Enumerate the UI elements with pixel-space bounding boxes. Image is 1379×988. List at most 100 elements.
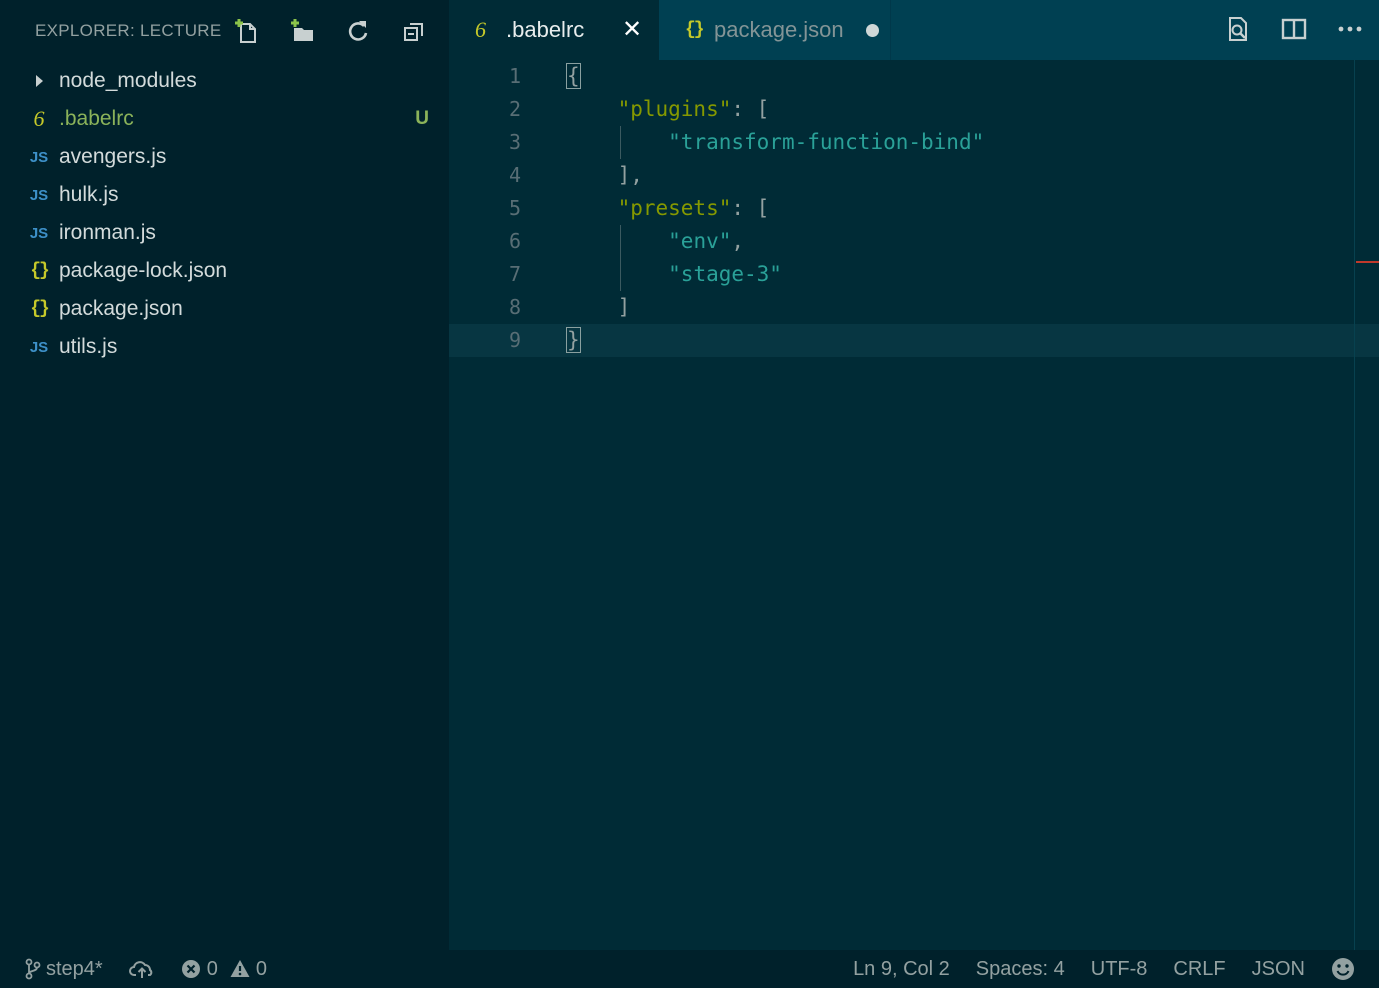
explorer-actions xyxy=(233,18,427,44)
code-line[interactable]: 4 ], xyxy=(449,159,1379,192)
tree-item-node-modules[interactable]: node_modules xyxy=(0,62,449,100)
new-folder-icon[interactable] xyxy=(289,18,315,44)
tree-item-babelrc[interactable]: 6 .babelrc U xyxy=(0,100,449,138)
tree-item-label: ironman.js xyxy=(59,221,156,244)
indent-guide xyxy=(620,225,621,291)
overview-ruler xyxy=(1354,60,1355,950)
code-token: ] xyxy=(567,295,631,319)
end-of-line[interactable]: CRLF xyxy=(1173,958,1225,981)
code-token: "plugins" xyxy=(617,97,732,121)
code-token: "env" xyxy=(668,229,732,253)
code-token: } xyxy=(566,327,581,353)
tree-item-utils-js[interactable]: JS utils.js xyxy=(0,328,449,366)
tab-babelrc[interactable]: 6 .babelrc ✕ xyxy=(449,0,659,60)
line-number: 6 xyxy=(508,229,521,253)
tree-item-label: package-lock.json xyxy=(59,259,228,282)
line-number: 3 xyxy=(508,130,521,154)
babel-file-icon: 6 xyxy=(475,17,486,42)
tree-item-label: .babelrc xyxy=(59,107,134,130)
line-number: 9 xyxy=(508,328,521,352)
editor-actions xyxy=(1223,14,1365,44)
encoding[interactable]: UTF-8 xyxy=(1091,958,1148,981)
file-tree: node_modules 6 .babelrc U JS avengers.js… xyxy=(0,62,449,366)
babel-file-icon: 6 xyxy=(33,106,45,131)
problems-indicator[interactable]: 0 0 xyxy=(181,958,267,981)
collapse-all-icon[interactable] xyxy=(401,18,427,44)
code-text: "presets": [ xyxy=(567,192,770,225)
tree-item-label: utils.js xyxy=(59,335,118,358)
tab-package-json[interactable]: {} package.json xyxy=(659,0,891,60)
code-text: { xyxy=(566,60,581,93)
tree-item-label: node_modules xyxy=(59,69,197,92)
unsaved-dot-icon[interactable] xyxy=(866,24,879,37)
more-actions-icon[interactable] xyxy=(1335,14,1365,44)
code-token: , xyxy=(731,229,745,253)
git-branch[interactable]: step4* xyxy=(24,958,103,981)
code-token: ], xyxy=(567,163,643,187)
code-token: "stage-3" xyxy=(668,262,782,286)
code-token: "transform-function-bind" xyxy=(668,130,985,154)
sync-button[interactable] xyxy=(128,958,155,980)
line-number: 8 xyxy=(508,295,521,319)
json-file-icon: {} xyxy=(685,20,705,40)
code-line[interactable]: 8 ] xyxy=(449,291,1379,324)
js-file-icon: JS xyxy=(29,224,49,242)
tree-item-avengers-js[interactable]: JS avengers.js xyxy=(0,138,449,176)
explorer-title: EXPLORER: LECTURE xyxy=(35,21,222,40)
tree-item-ironman-js[interactable]: JS ironman.js xyxy=(0,214,449,252)
line-number: 4 xyxy=(508,163,521,187)
feedback-smiley-icon[interactable] xyxy=(1331,957,1355,981)
split-editor-icon[interactable] xyxy=(1279,14,1309,44)
status-bar: step4* 0 0 Ln 9, Col 2 Spaces: 4 UTF-8 C… xyxy=(0,950,1379,988)
code-line[interactable]: 7 "stage-3" xyxy=(449,258,1379,291)
code-line[interactable]: 6 "env", xyxy=(449,225,1379,258)
code-text: "transform-function-bind" xyxy=(567,126,984,159)
tree-item-package-lock-json[interactable]: {} package-lock.json xyxy=(0,252,449,290)
refresh-icon[interactable] xyxy=(345,18,371,44)
git-branch-icon xyxy=(25,958,41,980)
code-text: ], xyxy=(567,159,643,192)
code-token: { xyxy=(566,63,581,89)
indentation[interactable]: Spaces: 4 xyxy=(976,958,1065,981)
tree-item-label: package.json xyxy=(59,297,183,320)
code-text: ] xyxy=(567,291,631,324)
tab-label: package.json xyxy=(714,17,844,42)
code-editor[interactable]: 9} 8 ] 7 "stage-3" 6 "env", 5 "presets": [4 … xyxy=(449,60,1379,950)
json-file-icon: {} xyxy=(30,299,50,319)
open-preview-icon[interactable] xyxy=(1223,14,1253,44)
tree-item-hulk-js[interactable]: JS hulk.js xyxy=(0,176,449,214)
line-number: 1 xyxy=(508,64,521,88)
code-text: "stage-3" xyxy=(567,258,782,291)
new-file-icon[interactable] xyxy=(233,18,259,44)
code-token: "presets" xyxy=(617,196,732,220)
code-line[interactable]: 2 "plugins": [ xyxy=(449,93,1379,126)
code-text: "env", xyxy=(567,225,744,258)
js-file-icon: JS xyxy=(29,186,49,204)
language-mode[interactable]: JSON xyxy=(1252,958,1305,981)
code-text: } xyxy=(566,324,581,357)
code-token: : [ xyxy=(731,97,770,121)
code-line[interactable]: 5 "presets": [ xyxy=(449,192,1379,225)
code-line[interactable]: 3 "transform-function-bind" xyxy=(449,126,1379,159)
tree-item-label: avengers.js xyxy=(59,145,167,168)
close-icon[interactable]: ✕ xyxy=(621,18,643,42)
editor-tab-bar: 6 .babelrc ✕ {} package.json xyxy=(449,0,1379,60)
branch-name: step4* xyxy=(46,957,103,980)
explorer-sidebar: EXPLORER: LECTURE node_modules 6 .babelr… xyxy=(0,0,449,950)
line-number: 7 xyxy=(508,262,521,286)
js-file-icon: JS xyxy=(29,148,49,166)
cursor-position[interactable]: Ln 9, Col 2 xyxy=(853,958,950,981)
untracked-badge: U xyxy=(415,108,429,129)
line-number: 2 xyxy=(508,97,521,121)
code-line[interactable]: 1{ xyxy=(449,60,1379,93)
cloud-upload-icon xyxy=(128,961,153,978)
tree-item-package-json[interactable]: {} package.json xyxy=(0,290,449,328)
code-line[interactable]: 9} xyxy=(449,324,1379,357)
overview-ruler-mark xyxy=(1356,261,1379,263)
tab-label: .babelrc xyxy=(506,17,585,42)
